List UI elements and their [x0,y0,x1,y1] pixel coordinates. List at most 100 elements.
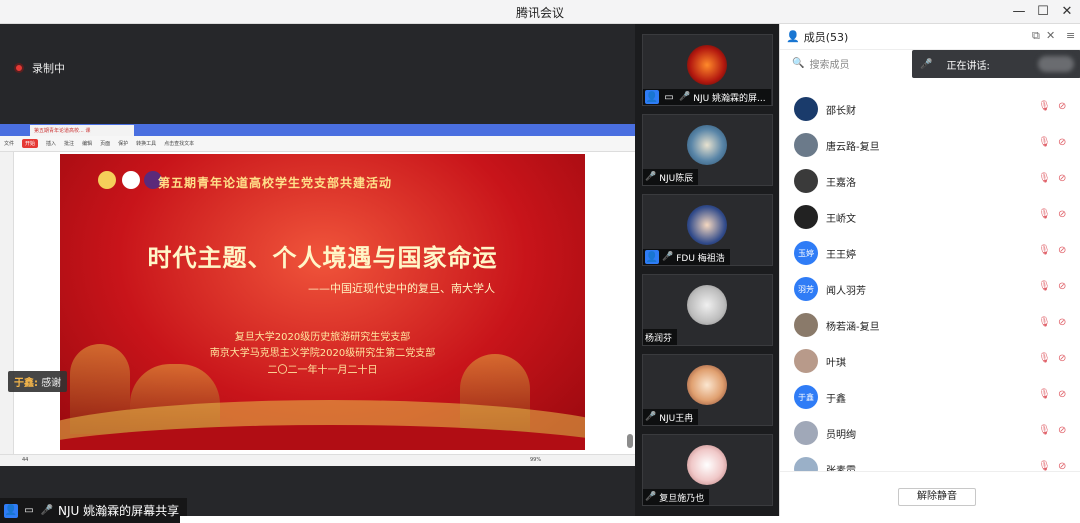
pdf-toolbar: 文件 开始 插入 批注 编辑 页面 保护 转换工具 点击查找文本 [0,136,635,152]
member-avatar [794,349,818,373]
video-tile[interactable]: 👤 ▭ 🎤 NJU 姚瀚霖的屏... [642,34,773,106]
stage-scrollbar[interactable] [627,434,633,448]
participant-avatar [687,125,727,165]
close-icon[interactable]: ✕ [1058,3,1076,21]
camera-off-icon[interactable]: ⊘ [1058,317,1074,331]
participant-name: FDU 梅祖浩 [676,253,725,264]
chat-sender: 于鑫: [14,378,38,389]
maximize-icon[interactable]: ☐ [1034,3,1052,21]
video-tile[interactable]: 🎤 复旦施乃也 [642,434,773,506]
members-title: 成员(53) [803,30,849,44]
recording-indicator[interactable]: 录制中 [14,60,65,76]
minimize-icon[interactable]: — [1010,3,1028,21]
camera-off-icon[interactable]: ⊘ [1058,137,1074,151]
member-row[interactable]: 玉婷 王王婷 🎙 ⊘ [794,238,1074,268]
participant-name: NJU 姚瀚霖的屏... [693,93,766,104]
browser-tab[interactable]: 第五期青年论道高校... 课 [30,125,134,136]
toolbar-item-convert[interactable]: 转换工具 [136,140,156,147]
menu-icon[interactable]: ≡ [1066,29,1075,42]
member-name: 于鑫 [826,393,846,405]
video-tile[interactable]: 👤 🎤 FDU 梅祖浩 [642,194,773,266]
toolbar-item-file[interactable]: 文件 [4,140,14,147]
user-icon: 👤 [645,90,659,104]
member-row[interactable]: 唐云路-复旦 🎙 ⊘ [794,130,1074,160]
member-name: 唐云路-复旦 [826,141,880,153]
toolbar-item-annotate[interactable]: 批注 [64,140,74,147]
video-tile[interactable]: 🎤 NJU陈辰 [642,114,773,186]
member-row[interactable]: 王嘉洛 🎙 ⊘ [794,166,1074,196]
camera-off-icon[interactable]: ⊘ [1058,209,1074,223]
mic-muted-icon[interactable]: 🎙 [1038,209,1052,223]
participant-avatar [687,45,727,85]
toolbar-item-protect[interactable]: 保护 [118,140,128,147]
member-row[interactable]: 羽芳 闻人羽芳 🎙 ⊘ [794,274,1074,304]
shared-screen[interactable]: 第五期青年论道高校... 课 文件 开始 插入 批注 编辑 页面 保护 转换工具… [0,124,635,466]
mic-muted-icon: 🎤 [645,172,657,182]
participant-avatar [687,205,727,245]
mic-muted-icon[interactable]: 🎙 [1038,173,1052,187]
slide-header: 第五期青年论道高校学生党支部共建活动 [158,176,393,190]
member-row[interactable]: 杨若涵-复旦 🎙 ⊘ [794,310,1074,340]
camera-off-icon[interactable]: ⊘ [1058,353,1074,367]
unmute-all-button[interactable]: 解除静音 [898,488,976,506]
participant-name: 杨润芬 [645,333,673,344]
video-tile[interactable]: 🎤 NJU王冉 [642,354,773,426]
member-name: 王峤文 [826,213,856,225]
popout-icon[interactable]: ⧉ [1032,29,1040,43]
mic-muted-icon[interactable]: 🎙 [1038,137,1052,151]
mic-muted-icon[interactable]: 🎙 [1038,101,1052,115]
mic-muted-icon[interactable]: 🎙 [1038,281,1052,295]
member-name: 闻人羽芳 [826,285,866,297]
member-avatar: 于鑫 [794,385,818,409]
page-number[interactable]: 44 [22,457,28,463]
fudan-logo-icon [122,171,140,189]
camera-off-icon[interactable]: ⊘ [1058,245,1074,259]
bottom-strip [180,516,780,523]
title-bar: 腾讯会议 — ☐ ✕ [0,0,1080,24]
mic-icon: 🎤 [679,92,691,102]
member-row[interactable]: 于鑫 于鑫 🎙 ⊘ [794,382,1074,412]
camera-off-icon[interactable]: ⊘ [1058,173,1074,187]
zoom-level[interactable]: 99% [530,457,541,463]
screen-share-label: 👤 ▭ 🎤 NJU 姚瀚霖的屏幕共享 [0,498,188,523]
member-name: 叶琪 [826,357,846,369]
video-gallery: 👤 ▭ 🎤 NJU 姚瀚霖的屏... 🎤 NJU陈辰 👤 🎤 FDU 梅祖浩 杨… [635,24,779,523]
camera-off-icon[interactable]: ⊘ [1058,389,1074,403]
toolbar-search[interactable]: 点击查找文本 [164,140,194,147]
member-row[interactable]: 邵长财 🎙 ⊘ [794,94,1074,124]
participant-name: 复旦施乃也 [659,493,705,504]
mic-muted-icon: 🎤 [645,492,657,502]
members-header: 👤 成员(53) ⧉ ✕ ≡ [780,24,1080,50]
presentation-slide: 第五期青年论道高校学生党支部共建活动 时代主题、个人境遇与国家命运 ——中国近现… [60,154,585,450]
member-row[interactable]: 王峤文 🎙 ⊘ [794,202,1074,232]
mic-muted-icon[interactable]: 🎙 [1038,317,1052,331]
camera-off-icon[interactable]: ⊘ [1058,281,1074,295]
mic-muted-icon[interactable]: 🎙 [1038,389,1052,403]
mic-muted-icon[interactable]: 🎙 [1038,353,1052,367]
member-row[interactable]: 员明绚 🎙 ⊘ [794,418,1074,448]
member-row[interactable]: 叶琪 🎙 ⊘ [794,346,1074,376]
toolbar-item-home[interactable]: 开始 [22,139,39,148]
toolbar-item-insert[interactable]: 插入 [46,140,56,147]
mic-muted-icon[interactable]: 🎙 [1038,425,1052,439]
party-emblem-icon [98,171,116,189]
camera-off-icon[interactable]: ⊘ [1058,101,1074,115]
toolbar-item-page[interactable]: 页面 [100,140,110,147]
camera-off-icon[interactable]: ⊘ [1058,425,1074,439]
browser-tab-bar: 第五期青年论道高校... 课 [0,124,635,136]
slide-title: 时代主题、个人境遇与国家命运 [147,244,498,272]
record-icon [14,63,24,73]
mic-muted-icon[interactable]: 🎙 [1038,245,1052,259]
mic-muted-icon: 🎤 [662,252,674,262]
member-avatar: 羽芳 [794,277,818,301]
toolbar-item-edit[interactable]: 编辑 [82,140,92,147]
mic-icon: 🎤 [40,505,54,516]
video-tile[interactable]: 杨润芬 [642,274,773,346]
member-avatar [794,313,818,337]
search-placeholder: 搜索成员 [809,59,850,71]
member-avatar [794,205,818,229]
recording-label: 录制中 [32,62,65,75]
close-panel-icon[interactable]: ✕ [1046,29,1055,42]
member-search[interactable]: 🔍 搜索成员 [788,52,918,74]
main-stage: 录制中 第五期青年论道高校... 课 文件 开始 插入 批注 编辑 页面 保护 … [0,24,635,523]
